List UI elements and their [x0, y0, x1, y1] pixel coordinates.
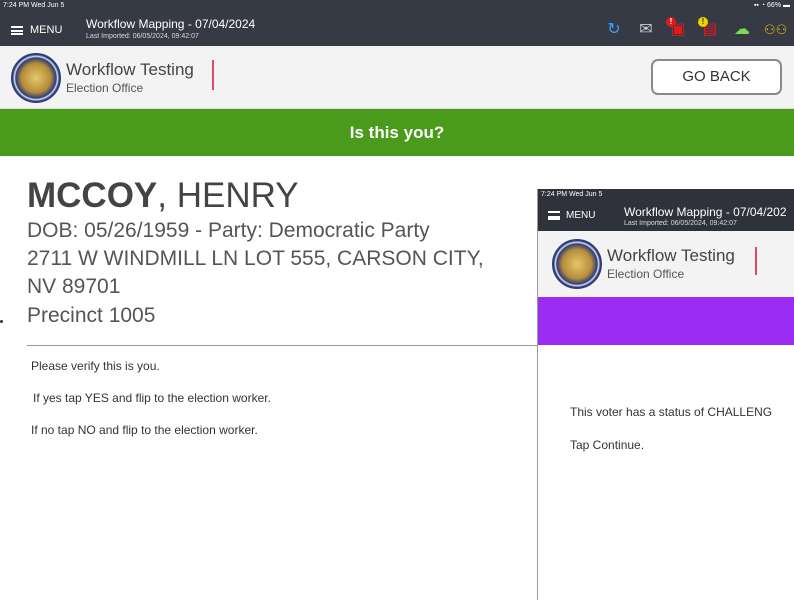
overlay-continue-message: Tap Continue. [570, 438, 645, 452]
voter-name: MCCOY, HENRY [27, 176, 299, 216]
status-indicators: ▪▪ ◔ 66% ▬ [753, 2, 790, 9]
overlay-top-bar: MENU Workflow Mapping - 07/04/202 Last I… [538, 200, 794, 231]
mail-icon[interactable]: ✉ [636, 20, 656, 40]
overlay-state-seal-logo [552, 239, 602, 289]
voter-dob-party: DOB: 05/26/1959 - Party: Democratic Part… [27, 219, 430, 242]
overlay-status-bar: 7:24 PM Wed Jun 5 [538, 189, 794, 200]
overlay-menu-button[interactable]: MENU [548, 210, 595, 221]
org-name: Workflow Testing [66, 60, 194, 79]
status-time: 7:24 PM Wed Jun 5 [3, 2, 65, 9]
overlay-status-banner [538, 297, 794, 345]
last-imported: Last Imported: 06/05/2024, 09:42:07 [86, 33, 199, 40]
menu-label: MENU [30, 24, 63, 36]
overlay-org-name: Workflow Testing [607, 246, 735, 265]
org-subtitle: Election Office [66, 81, 144, 95]
cloud-upload-icon[interactable]: ☁ [732, 20, 752, 40]
red-alert-badge: ! [666, 17, 676, 27]
edge-mark [0, 320, 3, 323]
instruction-verify: Please verify this is you. [31, 359, 160, 373]
overlay-org-subtitle: Election Office [607, 267, 685, 281]
toolbar-icons: ↻ ✉ ▣! ▤! ☁ ⚇⚇ [604, 17, 787, 40]
overlay-challenge-message: This voter has a status of CHALLENG [570, 405, 773, 419]
users-icon[interactable]: ⚇⚇ [764, 20, 787, 40]
overlay-hamburger-icon [548, 211, 560, 220]
voter-precinct: Precinct 1005 [27, 304, 156, 327]
top-app-bar: MENU Workflow Mapping - 07/04/2024 Last … [0, 13, 794, 46]
overlay-org-header: Workflow Testing Election Office [538, 231, 794, 297]
state-seal-logo [11, 53, 61, 103]
status-bar: 7:24 PM Wed Jun 5 ▪▪ ◔ 66% ▬ [0, 0, 794, 13]
voter-last-name: MCCOY [27, 176, 158, 215]
header-divider [212, 60, 214, 90]
org-header: Workflow Testing Election Office GO BACK [0, 46, 794, 109]
go-back-button[interactable]: GO BACK [651, 59, 782, 95]
challenge-screen-overlay: 7:24 PM Wed Jun 5 MENU Workflow Mapping … [537, 189, 794, 600]
hamburger-icon [11, 25, 23, 35]
yellow-alert-badge: ! [698, 17, 708, 27]
overlay-workflow-title: Workflow Mapping - 07/04/202 [624, 205, 787, 219]
yellow-alert-icon[interactable]: ▤! [698, 17, 720, 40]
overlay-last-imported: Last Imported: 06/05/2024, 09:42:07 [624, 220, 737, 227]
battery-level: 66% [767, 2, 782, 9]
voter-address-line1: 2711 W WINDMILL LN LOT 555, CARSON CITY, [27, 247, 484, 270]
menu-button[interactable]: MENU [11, 24, 62, 36]
workflow-title: Workflow Mapping - 07/04/2024 [86, 17, 256, 31]
instruction-yes: If yes tap YES and flip to the election … [33, 391, 271, 405]
history-icon[interactable]: ↻ [604, 20, 624, 40]
overlay-menu-label: MENU [566, 210, 596, 221]
red-alert-icon[interactable]: ▣! [666, 17, 688, 40]
voter-first-name: , HENRY [157, 176, 299, 215]
confirmation-banner: Is this you? [0, 109, 794, 156]
instruction-no: If no tap NO and flip to the election wo… [31, 423, 258, 437]
overlay-header-divider [755, 247, 757, 275]
section-divider [27, 345, 539, 346]
voter-address-line2: NV 89701 [27, 275, 121, 298]
